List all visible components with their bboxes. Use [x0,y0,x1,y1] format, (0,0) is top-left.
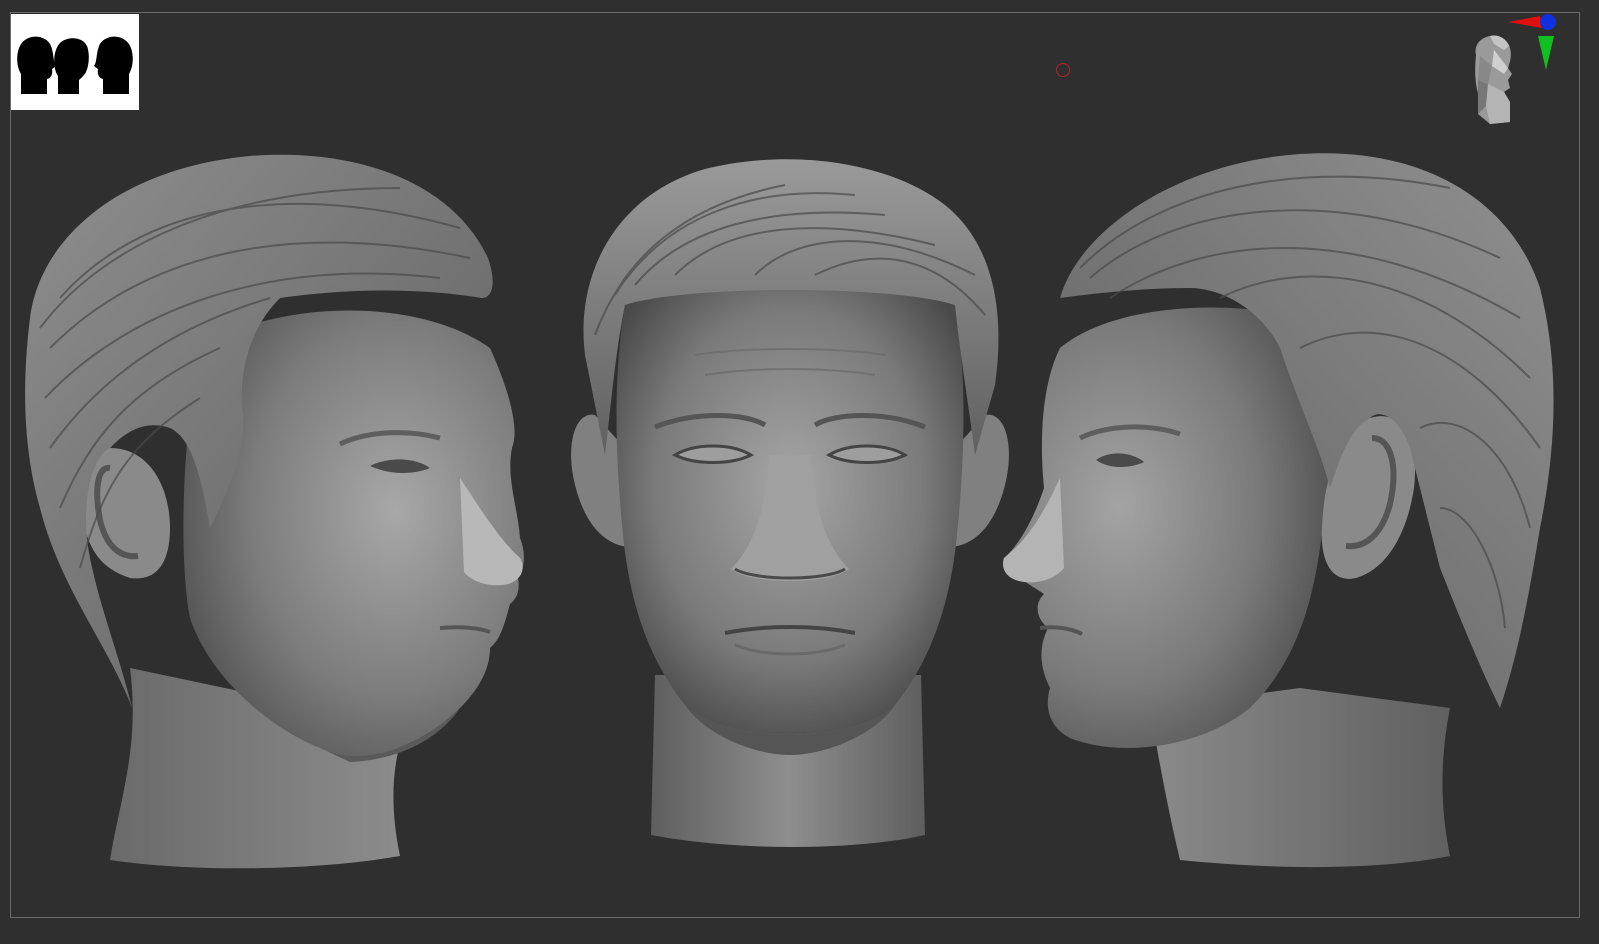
sculpted-head-left-icon[interactable] [20,148,540,888]
thumbnail-view[interactable] [11,14,139,110]
navigation-gizmo[interactable] [1464,10,1584,140]
brush-cursor-icon [1056,63,1070,77]
sculpted-head-front-icon[interactable] [555,155,1025,870]
sculpted-head-right-icon[interactable] [1000,148,1570,888]
navigation-head-icon [1475,14,1556,124]
axis-x-icon [1508,16,1542,28]
axis-y-icon [1538,36,1554,70]
viewport-canvas[interactable] [0,0,1599,944]
axis-z-icon [1540,14,1556,30]
head-silhouettes-icon [17,36,133,94]
